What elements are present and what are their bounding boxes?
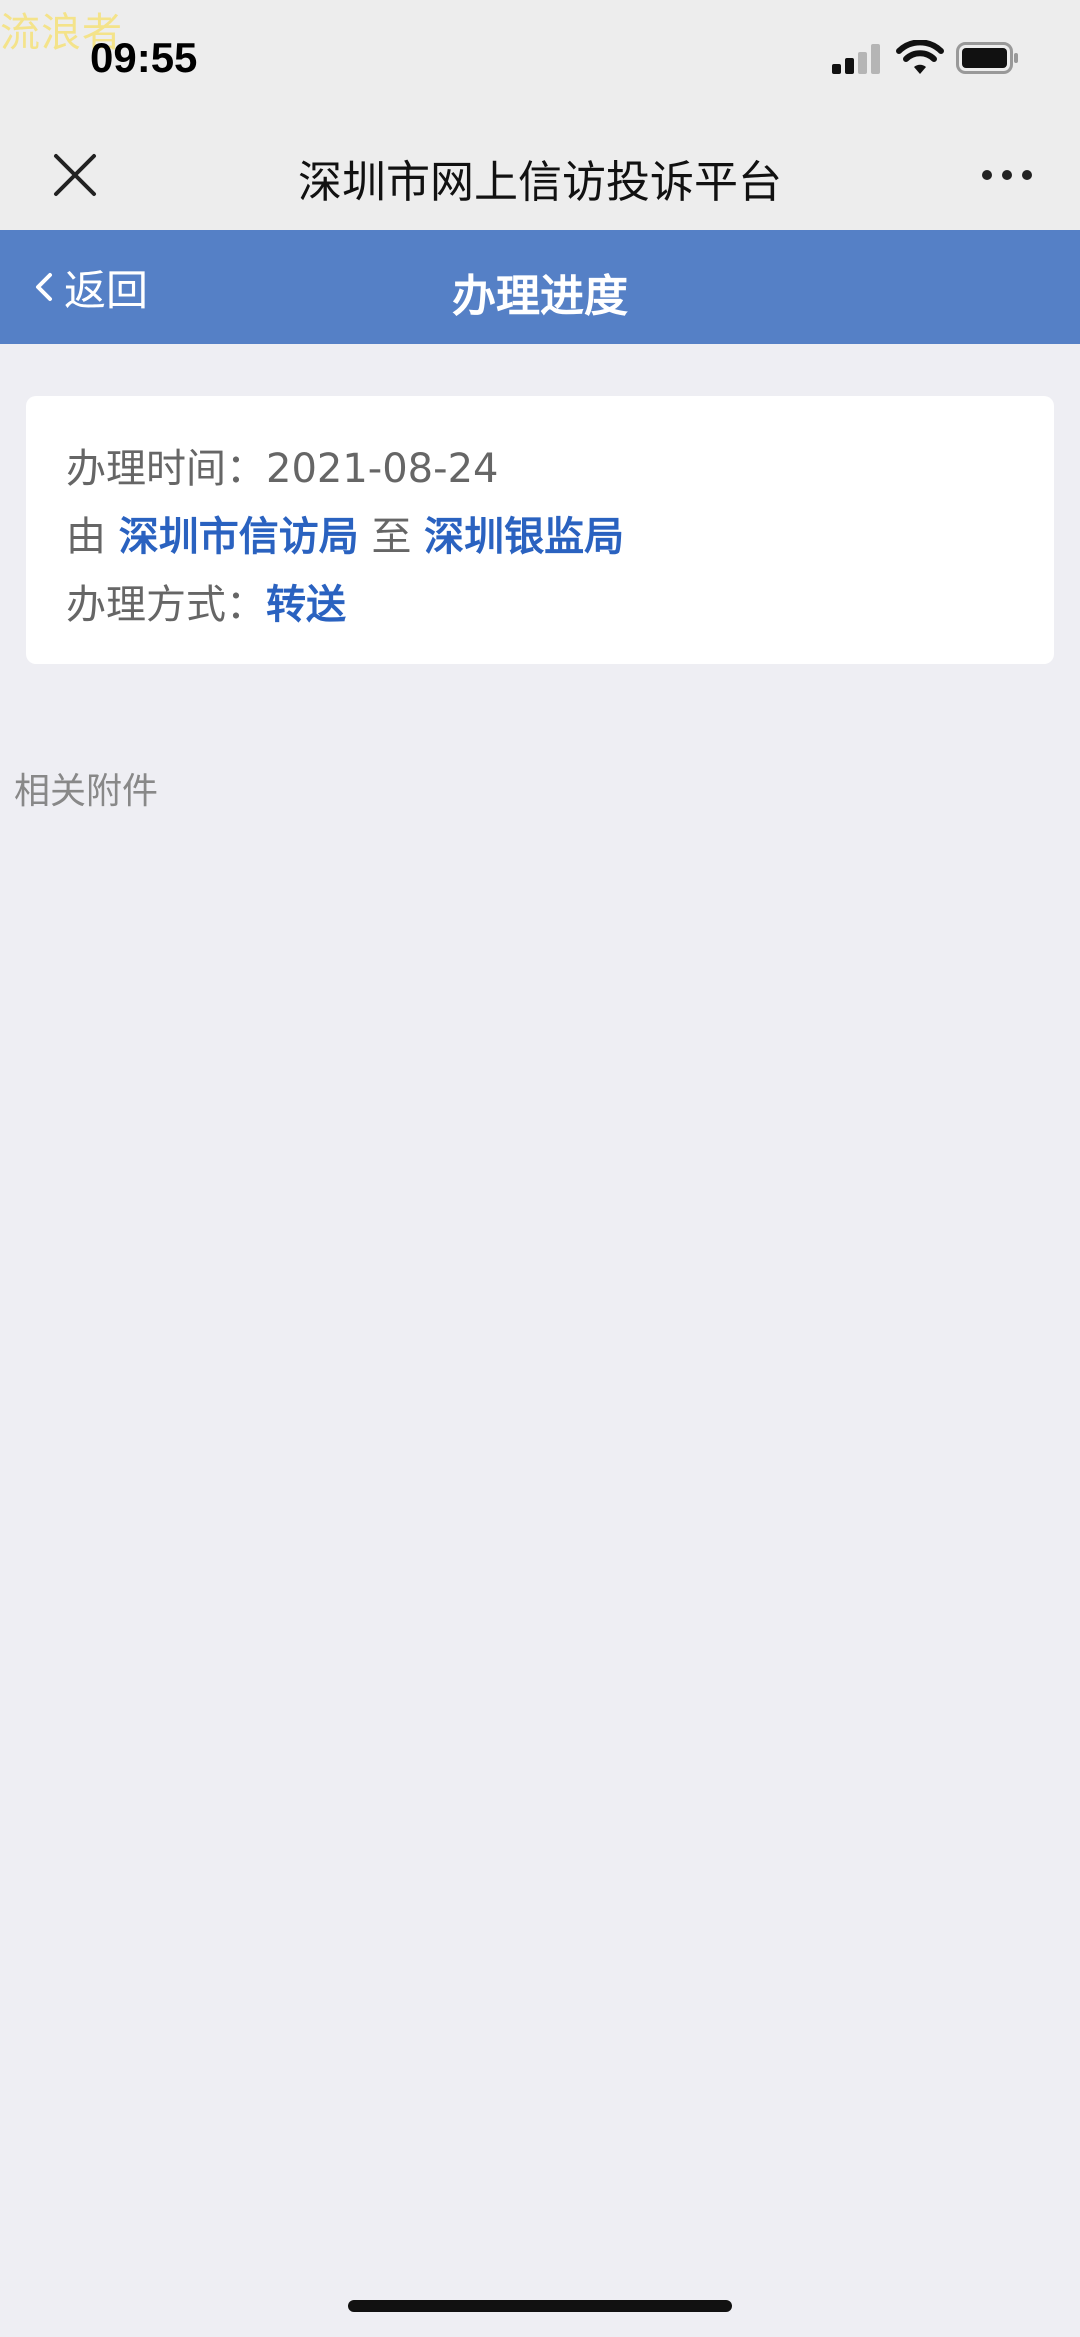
to-org: 深圳银监局	[424, 514, 625, 560]
process-method-label: 办理方式：	[66, 582, 266, 628]
process-time-value: 2021-08-24	[266, 446, 499, 492]
status-time: 09:55	[90, 34, 198, 81]
process-method-value: 转送	[266, 582, 346, 628]
from-org: 深圳市信访局	[118, 514, 359, 560]
process-method-row: 办理方式：转送	[66, 572, 346, 630]
app-header: 深圳市网上信访投诉平台	[0, 120, 1080, 230]
process-time-label: 办理时间：	[66, 446, 266, 492]
status-bar: 流浪者 09:55	[0, 0, 1080, 120]
home-indicator[interactable]	[348, 2300, 732, 2312]
attachments-label: 相关附件	[14, 771, 159, 812]
battery-icon	[956, 42, 1018, 74]
nav-title: 办理进度	[452, 271, 628, 322]
from-prefix: 由	[66, 514, 106, 560]
progress-card: 办理时间：2021-08-24 由 深圳市信访局 至 深圳银监局 办理方式：转送	[26, 396, 1054, 664]
process-time-row: 办理时间：2021-08-24	[66, 436, 498, 494]
transfer-route-row: 由 深圳市信访局 至 深圳银监局	[66, 504, 624, 562]
to-connector: 至	[371, 514, 412, 560]
nav-bar: 返回 办理进度	[0, 230, 1080, 344]
cellular-signal-icon	[832, 44, 882, 74]
page-title: 深圳市网上信访投诉平台	[298, 157, 782, 208]
wifi-icon	[896, 40, 944, 74]
more-options-icon[interactable]	[980, 160, 1034, 190]
